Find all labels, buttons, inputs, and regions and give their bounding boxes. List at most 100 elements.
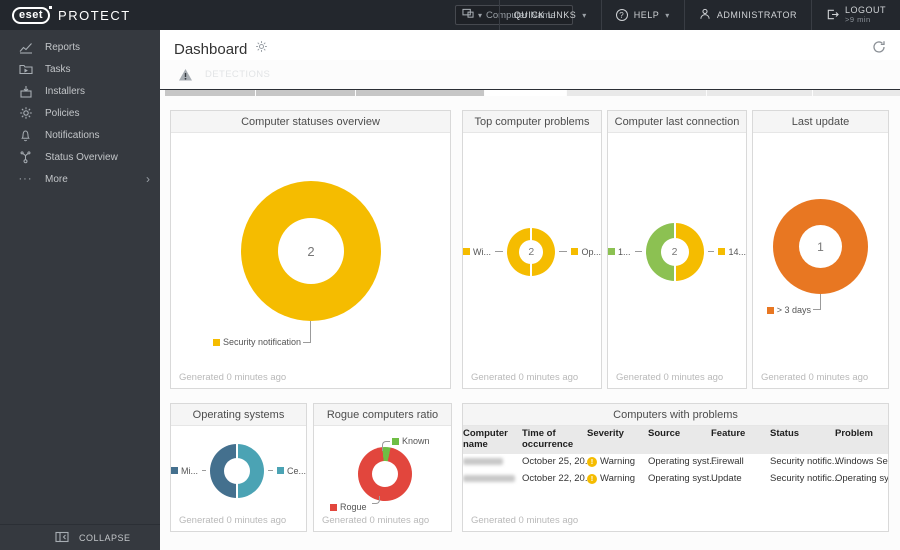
chevron-down-icon: ▾ xyxy=(582,10,587,20)
notifications-bell-icon xyxy=(18,128,33,143)
severity-label: Warning xyxy=(600,456,636,468)
computer-name-redacted xyxy=(463,456,519,468)
sidebar-item-label: Status Overview xyxy=(45,151,118,163)
logout-button[interactable]: LOGOUT >9 min xyxy=(810,0,900,30)
help-menu[interactable]: ? HELP ▾ xyxy=(600,0,684,30)
column-header[interactable]: Time of occurrence xyxy=(522,428,584,451)
sidebar-collapse-button[interactable]: COLLAPSE xyxy=(0,524,160,550)
sidebar-item-label: DETECTIONS xyxy=(205,69,271,80)
sidebar-item-tasks[interactable]: Tasks xyxy=(0,58,160,80)
user-icon xyxy=(699,8,711,22)
donut-hole xyxy=(372,461,398,487)
legend-swatch xyxy=(571,248,579,255)
refresh-icon[interactable] xyxy=(872,40,886,59)
legend-swatch xyxy=(212,338,220,346)
logout-icon xyxy=(826,8,839,23)
legend-known: Known xyxy=(392,436,430,446)
sidebar-item-installers[interactable]: Installers xyxy=(0,80,160,102)
sidebar-item-label: Reports xyxy=(45,41,81,53)
warning-icon: ! xyxy=(587,456,597,467)
chevron-down-icon[interactable]: ▾ xyxy=(478,11,482,20)
donut-center-value: 1 xyxy=(799,225,842,268)
callout-line xyxy=(382,441,390,451)
generated-timestamp: Generated 0 minutes ago xyxy=(179,515,287,526)
status-cell: Security notific... xyxy=(770,473,840,485)
last-update-donut-chart[interactable]: 1 xyxy=(773,199,868,294)
last-connection-donut-chart[interactable]: 2 xyxy=(645,222,704,281)
dashboard-settings-gear-icon[interactable] xyxy=(255,40,268,58)
panel-top-computer-problems: Top computer problems Wi... 2 Op... Gene… xyxy=(462,110,602,389)
legend-swatch xyxy=(171,467,178,474)
sidebar-item-label: Notifications xyxy=(45,129,100,141)
legend-security-notification: Security notification xyxy=(171,337,301,347)
legend-swatch xyxy=(392,437,399,445)
callout-line xyxy=(813,294,821,310)
table-header-row: Computer name Time of occurrence Severit… xyxy=(463,426,888,454)
monitor-icon xyxy=(462,6,474,24)
chevron-right-icon: › xyxy=(146,172,150,186)
callout-line xyxy=(268,470,273,471)
column-header[interactable]: Source xyxy=(648,428,708,440)
logout-timer: >9 min xyxy=(844,14,871,24)
sidebar-item-label: More xyxy=(45,173,68,185)
legend-label: 1... xyxy=(618,246,631,257)
callout-line xyxy=(303,321,311,343)
sidebar: DASHBOARD COMPUTERS DETECTIONS Reports T… xyxy=(0,30,900,550)
sidebar-item-status-overview[interactable]: Status Overview xyxy=(0,146,160,168)
panel-rogue-computers-ratio: Rogue computers ratio Known Rogue Genera… xyxy=(313,403,452,532)
legend-3-days: > 3 days xyxy=(753,305,811,315)
sidebar-item-notifications[interactable]: Notifications xyxy=(0,124,160,146)
operating-systems-donut-chart[interactable] xyxy=(210,443,265,498)
installers-icon xyxy=(18,84,33,99)
policies-gear-icon xyxy=(18,106,33,121)
sidebar-item-policies[interactable]: Policies xyxy=(0,102,160,124)
column-header[interactable]: Problem xyxy=(835,428,888,440)
source-cell: Operating syst... xyxy=(648,456,718,468)
time-cell: October 22, 20... xyxy=(522,473,593,485)
donut-center-value: 2 xyxy=(519,239,544,264)
legend-swatch xyxy=(766,306,774,314)
generated-timestamp: Generated 0 minutes ago xyxy=(471,515,579,526)
main-content: Dashboard ‹ Status Overview Security Ove… xyxy=(160,30,900,550)
column-header[interactable]: Status xyxy=(770,428,832,440)
panel-last-update: Last update 1 > 3 days Generated 0 minut… xyxy=(752,110,889,389)
collapse-icon xyxy=(55,531,69,545)
table-row[interactable]: October 22, 20... ! Warning Operating sys… xyxy=(463,471,888,488)
table-row[interactable]: October 25, 20... ! Warning Operating sys… xyxy=(463,454,888,471)
computer-statuses-donut-chart[interactable]: 2 xyxy=(241,181,381,321)
detections-warning-icon xyxy=(178,67,193,82)
severity-cell: ! Warning xyxy=(587,473,645,484)
legend-label: Security notification xyxy=(222,337,301,347)
rogue-ratio-donut-chart[interactable] xyxy=(358,447,412,501)
callout-line xyxy=(202,470,207,471)
callout-line xyxy=(707,251,715,252)
panel-computers-with-problems: Computers with problems Computer name Ti… xyxy=(462,403,889,532)
problem-cell: Windows Secur... xyxy=(835,456,888,468)
collapse-label: COLLAPSE xyxy=(79,532,131,543)
product-name: PROTECT xyxy=(58,7,131,23)
sidebar-item-label: Policies xyxy=(45,107,80,119)
legend-label: Wi... xyxy=(473,246,491,257)
legend-label: Rogue xyxy=(340,502,367,512)
top-problems-donut-chart[interactable]: 2 xyxy=(507,227,556,276)
sidebar-item-reports[interactable]: Reports xyxy=(0,36,160,58)
legend-right: 14... xyxy=(718,247,746,257)
legend-label: Mi... xyxy=(181,465,198,476)
legend-swatch xyxy=(276,467,284,474)
computer-name-redacted xyxy=(463,473,519,485)
sidebar-item-more[interactable]: ··· More › xyxy=(0,168,160,190)
column-header[interactable]: Feature xyxy=(711,428,767,440)
legend-label: Ce... xyxy=(286,465,306,476)
status-overview-icon xyxy=(18,150,33,165)
administrator-menu[interactable]: ADMINISTRATOR xyxy=(683,0,811,30)
legend-label: Op... xyxy=(581,246,601,257)
generated-timestamp: Generated 0 minutes ago xyxy=(616,372,724,383)
panel-title: Top computer problems xyxy=(463,111,601,133)
column-header[interactable]: Severity xyxy=(587,428,645,440)
page-title: Dashboard xyxy=(174,40,248,58)
sidebar-item-detections[interactable]: DETECTIONS xyxy=(160,60,900,90)
quick-links-menu[interactable]: QUICK LINKS ▾ xyxy=(498,0,601,30)
legend-swatch xyxy=(718,248,726,255)
column-header[interactable]: Computer name xyxy=(463,428,519,451)
topbar-menu: QUICK LINKS ▾ ? HELP ▾ ADMINISTRATOR LOG… xyxy=(498,0,900,30)
